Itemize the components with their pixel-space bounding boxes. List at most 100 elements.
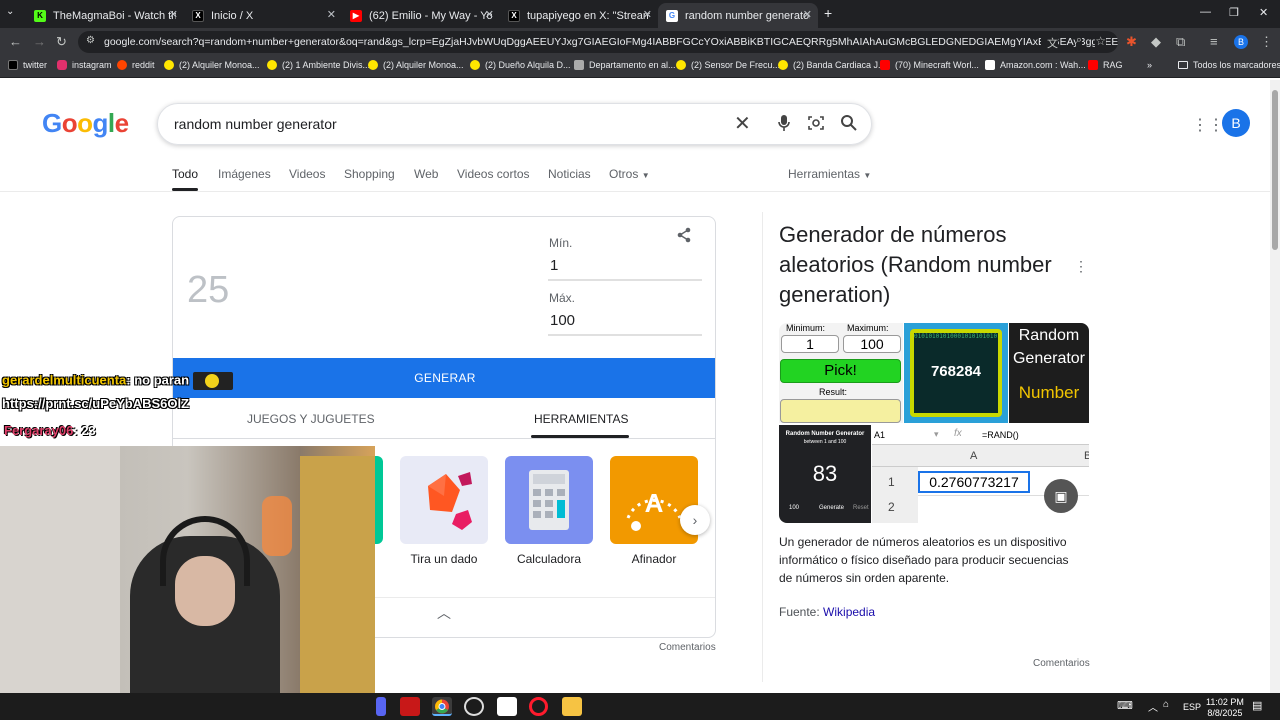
tab-x-post[interactable]: X tupapiyego en X: "Streamer sen ✕ xyxy=(500,3,658,28)
feedback-link[interactable]: Comentarios xyxy=(659,642,716,653)
close-icon[interactable]: ✕ xyxy=(485,8,494,21)
lens-camera-icon[interactable] xyxy=(807,114,825,137)
bookmark-item[interactable]: (2) 1 Ambiente Divis... xyxy=(267,60,370,70)
obs-app-icon[interactable] xyxy=(464,697,484,716)
wikipedia-link[interactable]: Wikipedia xyxy=(823,605,875,619)
close-icon[interactable]: ✕ xyxy=(803,8,812,21)
wifi-icon[interactable]: ⌂ xyxy=(1163,699,1169,710)
extension-icon[interactable]: ✱ xyxy=(1126,34,1137,50)
bookmark-item[interactable]: (70) Minecraft Worl... xyxy=(880,60,979,70)
knowledge-panel-images[interactable]: Minimum: Maximum: 1 100 Pick! Result: 01… xyxy=(779,323,1089,523)
notifications-icon[interactable]: ▤ xyxy=(1252,699,1262,712)
back-icon[interactable]: ← xyxy=(9,34,22,50)
tab-x-home[interactable]: X Inicio / X ✕ xyxy=(184,3,342,28)
all-bookmarks[interactable]: Todos los marcadores xyxy=(1178,60,1280,70)
tab-search-icon[interactable]: ⌄ xyxy=(6,6,14,17)
tab-herramientas[interactable]: HERRAMIENTAS xyxy=(534,412,628,426)
app-icon[interactable] xyxy=(497,697,517,716)
clock[interactable]: 11:02 PM 8/8/2025 xyxy=(1206,697,1244,719)
tools-button[interactable]: Herramientas ▼ xyxy=(788,167,871,181)
discord-app-icon[interactable] xyxy=(376,697,386,716)
feedback-link[interactable]: Comentarios xyxy=(1033,658,1090,669)
tab-imagenes[interactable]: Imágenes xyxy=(218,167,271,181)
new-tab-icon[interactable]: + xyxy=(824,5,832,21)
streamer-webcam-feed xyxy=(0,446,375,693)
restore-icon[interactable]: ❐ xyxy=(1229,6,1239,19)
bookmark-item[interactable]: instagram xyxy=(57,60,112,70)
tab-google-active[interactable]: G random number generator - Bu ✕ xyxy=(658,3,818,28)
bookmark-item[interactable]: (2) Dueño Alquila D... xyxy=(470,60,571,70)
tab-noticias[interactable]: Noticias xyxy=(548,167,591,181)
address-bar[interactable]: ⚙ google.com/search?q=random+number+gene… xyxy=(78,31,1118,53)
zoom-icon[interactable]: ⌕ xyxy=(1075,34,1082,47)
bookmark-item[interactable]: (2) Alquiler Monoa... xyxy=(164,60,260,70)
forward-icon[interactable]: → xyxy=(33,34,46,50)
bookmark-item[interactable]: reddit xyxy=(117,60,155,70)
chrome-app-icon[interactable] xyxy=(432,697,452,716)
bookmark-star-icon[interactable]: ☆ xyxy=(1095,34,1106,48)
collapse-chevron-icon[interactable]: ︿ xyxy=(437,603,451,623)
share-icon[interactable] xyxy=(676,227,692,248)
carousel-next-button[interactable]: › xyxy=(680,505,710,535)
account-avatar[interactable]: B xyxy=(1222,109,1250,137)
calculator-tile[interactable] xyxy=(505,456,593,544)
search-box[interactable]: random number generator ✕ xyxy=(157,103,872,145)
keyboard-icon[interactable]: ⌨ xyxy=(1117,699,1133,712)
scrollbar-thumb[interactable] xyxy=(1272,90,1278,250)
opera-app-icon[interactable] xyxy=(529,697,548,716)
close-icon[interactable]: ✕ xyxy=(169,8,178,21)
bookmark-item[interactable]: twitter xyxy=(8,60,47,70)
image-text: =RAND() xyxy=(982,430,1019,440)
tab-web[interactable]: Web xyxy=(414,167,438,181)
tab-kick[interactable]: K TheMagmaBoi - Watch the VOD ✕ xyxy=(26,3,184,28)
bookmark-item[interactable]: Amazon.com : Wah... xyxy=(985,60,1086,70)
dice-tile[interactable] xyxy=(400,456,488,544)
close-icon[interactable]: ✕ xyxy=(643,8,652,21)
bookmark-item[interactable]: (2) Banda Cardiaca J... xyxy=(778,60,886,70)
folder-icon xyxy=(1178,61,1188,69)
bookmark-item[interactable]: (2) Sensor De Frecu... xyxy=(676,60,780,70)
max-input[interactable]: 100 xyxy=(550,312,575,329)
image-text: Maximum: xyxy=(847,323,889,333)
tab-videos-cortos[interactable]: Videos cortos xyxy=(457,167,530,181)
google-logo[interactable]: Google xyxy=(42,108,129,139)
tray-chevron-icon[interactable]: ︿ xyxy=(1148,699,1158,714)
bookmark-item[interactable]: Departamento en al... xyxy=(574,60,676,70)
youtube-icon: ▶ xyxy=(350,9,362,22)
generate-button[interactable]: GENERAR xyxy=(173,358,715,398)
search-icon[interactable] xyxy=(840,114,858,137)
view-images-icon[interactable]: ▣ xyxy=(1044,479,1078,513)
language-indicator[interactable]: ESP xyxy=(1183,702,1201,712)
bookmark-item[interactable]: RAG xyxy=(1088,60,1123,70)
search-input[interactable]: random number generator xyxy=(174,116,337,132)
tab-youtube[interactable]: ▶ (62) Emilio - My Way - YouTube ✕ xyxy=(342,3,500,28)
tab-otros[interactable]: Otros ▼ xyxy=(609,167,650,181)
window-close-icon[interactable]: ✕ xyxy=(1259,6,1268,19)
microphone-icon[interactable] xyxy=(777,114,791,137)
translate-icon[interactable]: 文 xyxy=(1041,35,1058,51)
file-explorer-icon[interactable] xyxy=(562,697,582,716)
tab-juegos-juguetes[interactable]: JUEGOS Y JUGUETES xyxy=(247,412,375,426)
extensions-puzzle-icon[interactable]: ⧉ xyxy=(1176,34,1185,50)
extension-icon[interactable]: ◆ xyxy=(1151,34,1161,50)
minimize-icon[interactable]: — xyxy=(1200,6,1211,18)
tab-todo[interactable]: Todo xyxy=(172,167,198,181)
clear-search-icon[interactable]: ✕ xyxy=(734,111,751,136)
min-input[interactable]: 1 xyxy=(550,257,558,274)
binary-number-image: 0101010101000101010101010100010101011010… xyxy=(904,323,1008,423)
page-scrollbar[interactable] xyxy=(1270,80,1280,693)
bookmark-item[interactable]: (2) Alquiler Monoa... xyxy=(368,60,464,70)
site-info-icon[interactable]: ⚙ xyxy=(86,35,95,46)
more-options-icon[interactable]: ⋮ xyxy=(1074,258,1088,275)
close-icon[interactable]: ✕ xyxy=(327,8,336,21)
reload-icon[interactable]: ↻ xyxy=(56,34,67,50)
bookmarks-overflow-icon[interactable]: » xyxy=(1147,60,1152,70)
menu-kebab-icon[interactable]: ⋮ xyxy=(1260,34,1273,50)
tab-title: TheMagmaBoi - Watch the VOD xyxy=(53,9,176,22)
tab-shopping[interactable]: Shopping xyxy=(344,167,395,181)
chat-emote-icon xyxy=(192,372,233,390)
reading-list-icon[interactable]: ≡ xyxy=(1210,34,1218,50)
profile-avatar[interactable]: B xyxy=(1234,35,1248,49)
voice-app-icon[interactable] xyxy=(400,697,420,716)
tab-videos[interactable]: Videos xyxy=(289,167,325,181)
